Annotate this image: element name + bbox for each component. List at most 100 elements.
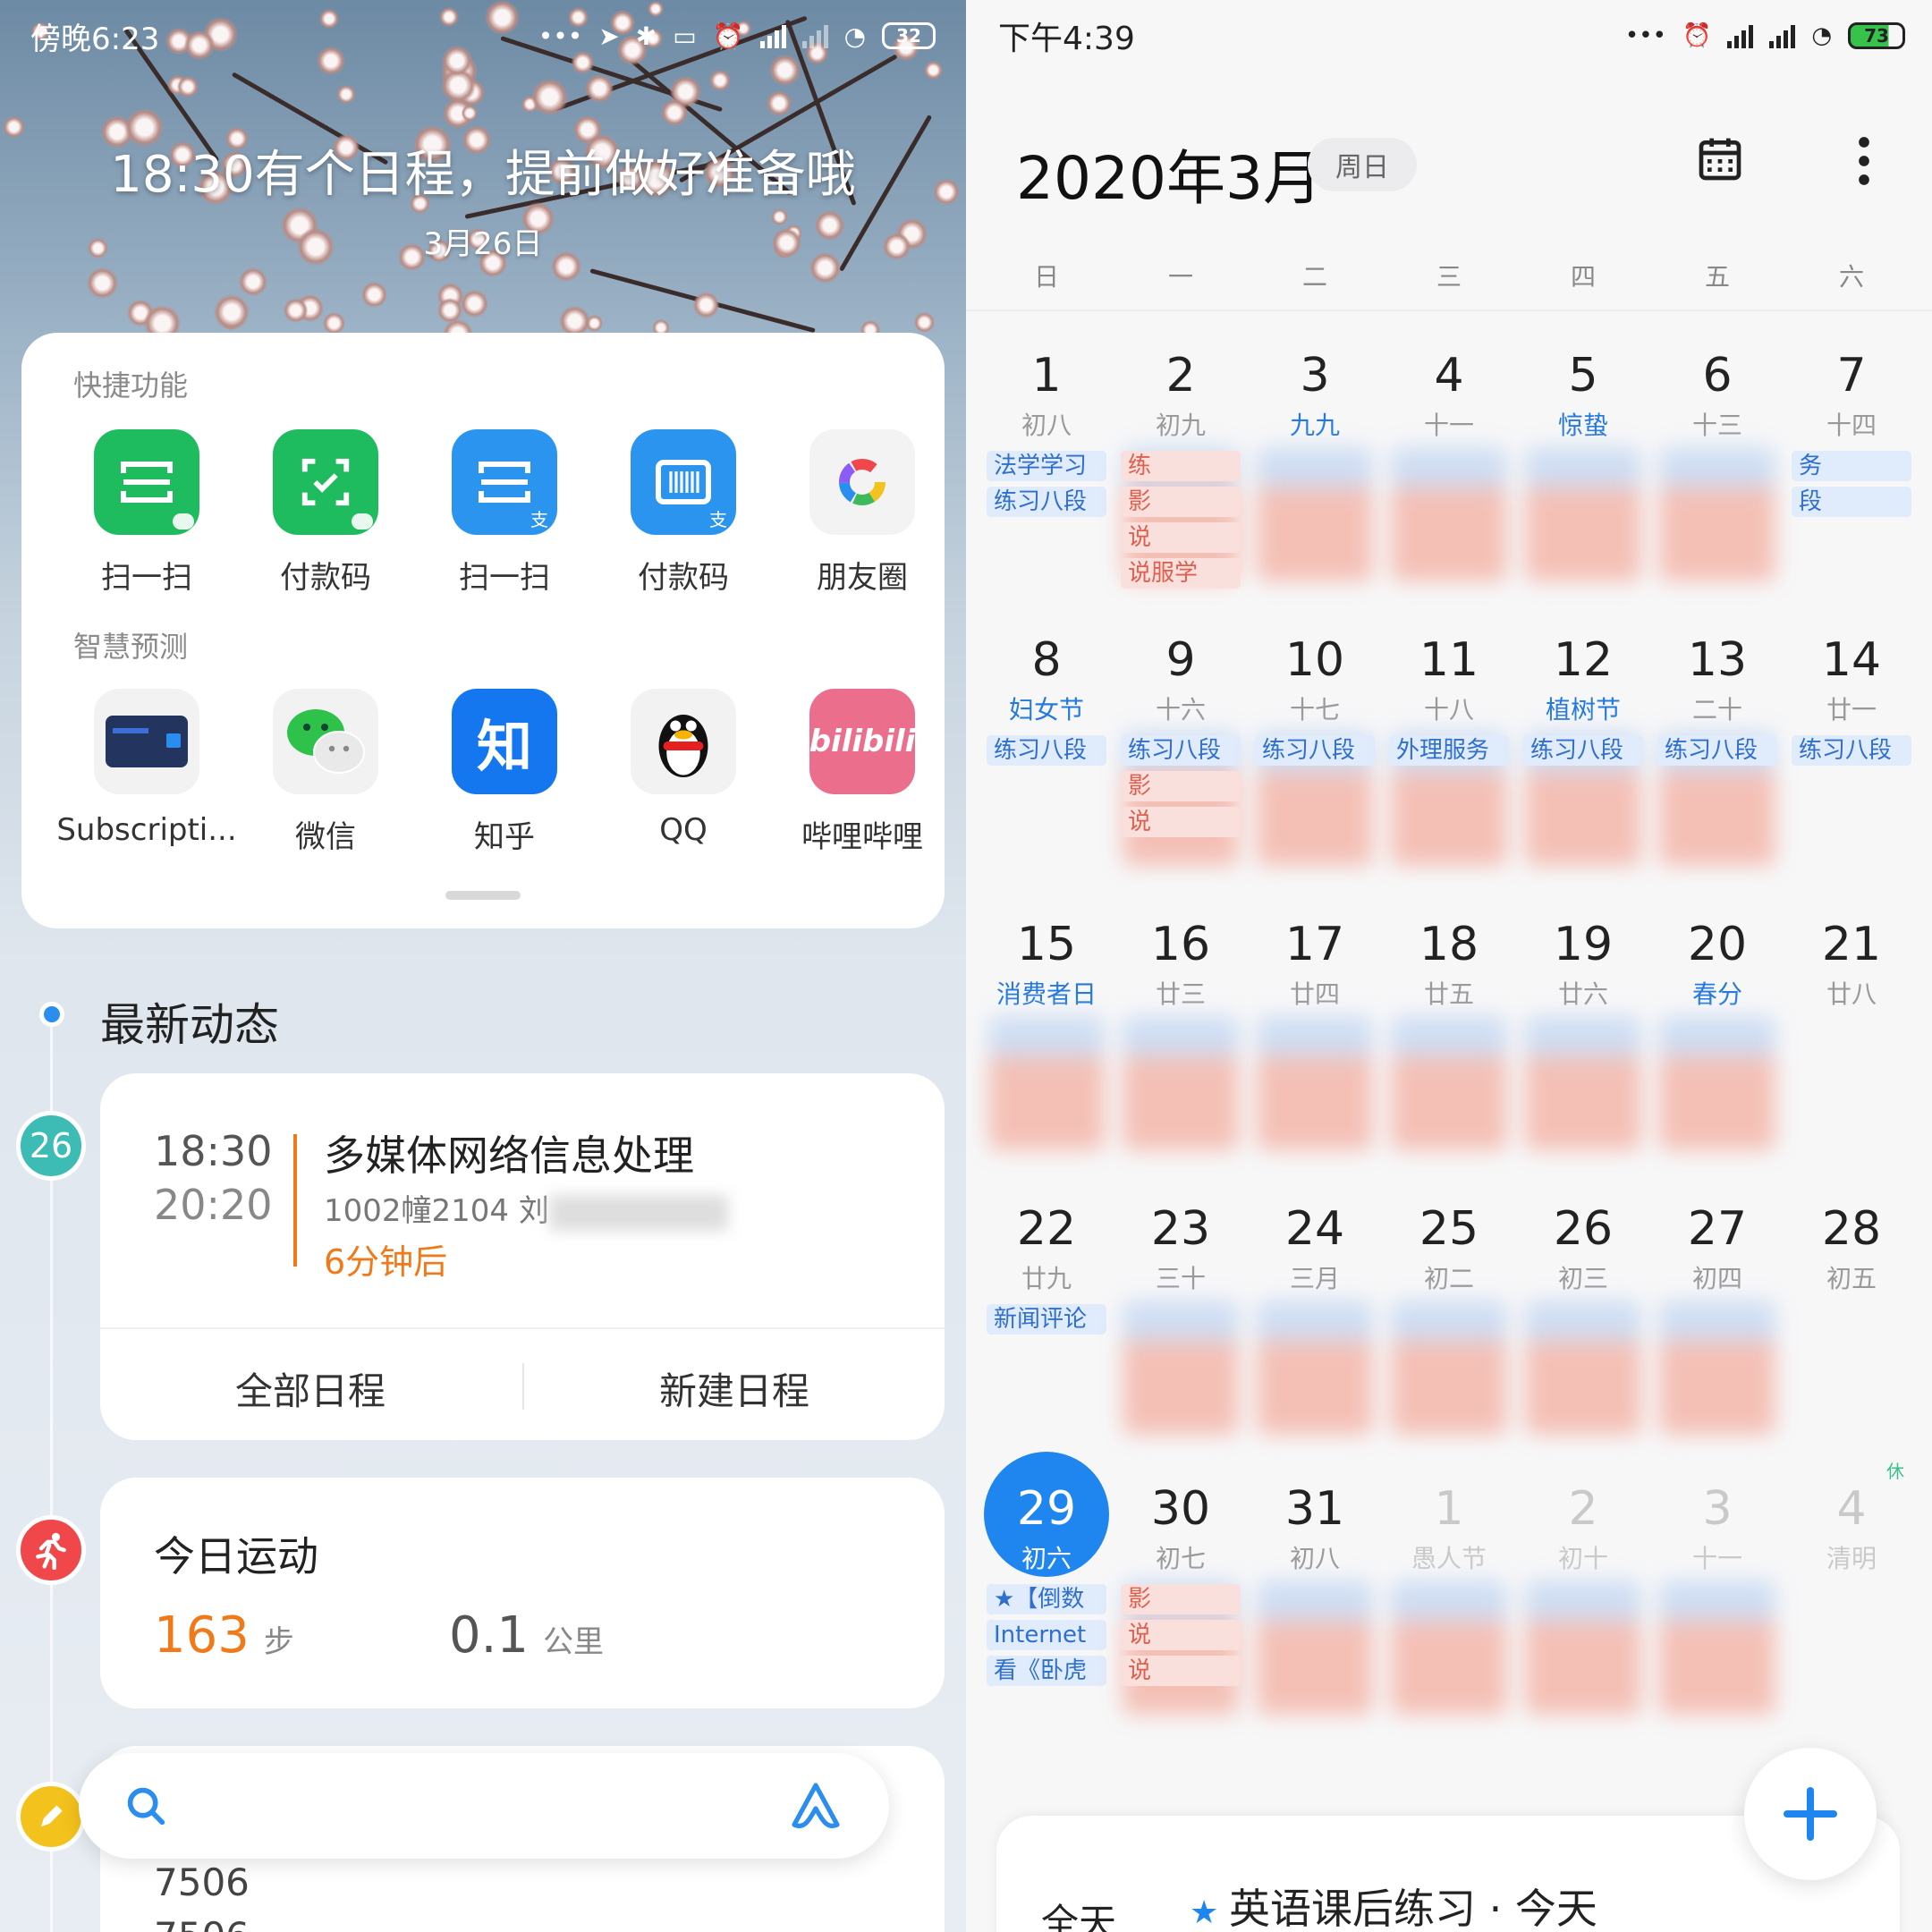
event-chip[interactable]: 外理服务 [1389, 735, 1509, 766]
event-chip[interactable]: 新闻评论 [987, 1304, 1106, 1335]
event-chip[interactable]: 法学学习 [987, 451, 1106, 481]
day-cell[interactable]: 2 初九练影说说服学 [1114, 322, 1248, 606]
event-chip[interactable]: 练习八段 [987, 487, 1106, 517]
app-bilibili[interactable]: bilibili 哔哩哔哩 [773, 689, 952, 856]
day-cell[interactable]: 27 初四 [1650, 1175, 1784, 1460]
qq-penguin-icon[interactable] [631, 689, 736, 794]
event-chip[interactable]: 说 [1121, 807, 1241, 837]
alipay-pay-code-icon[interactable]: 支 [631, 429, 736, 535]
app-qq-penguin[interactable]: QQ [594, 689, 773, 856]
blossom [214, 293, 250, 330]
app-moments[interactable]: 朋友圈 [773, 429, 952, 597]
day-cell[interactable]: 31 初八 [1248, 1455, 1382, 1740]
event-chip[interactable]: 务 [1792, 451, 1911, 481]
lunar-label: 十一 [1423, 411, 1474, 440]
day-cell[interactable]: 18 廿五 [1382, 891, 1516, 1175]
day-cell[interactable]: 25 初二 [1382, 1175, 1516, 1460]
day-cell[interactable]: 24 三月 [1248, 1175, 1382, 1460]
event-chip[interactable]: 练习八段 [1121, 735, 1241, 766]
bilibili-icon[interactable]: bilibili [809, 689, 915, 794]
day-cell[interactable]: 1 愚人节 [1382, 1455, 1516, 1740]
month-title[interactable]: 2020年3月 [1016, 131, 1322, 216]
day-cell[interactable]: 6 十三 [1650, 322, 1784, 606]
day-cell[interactable]: 4 清明 休 [1784, 1455, 1919, 1740]
steps-unit: 步 [263, 1624, 294, 1660]
day-cell[interactable]: 17 廿四 [1248, 891, 1382, 1175]
sport-card[interactable]: 今日运动 163 步 0.1 公里 [100, 1478, 945, 1708]
xiaoai-assistant-icon[interactable] [787, 1780, 844, 1834]
day-cell[interactable]: 16 廿三 [1114, 891, 1248, 1175]
drag-handle[interactable] [445, 891, 521, 900]
event-chip[interactable]: 练习八段 [1792, 735, 1911, 766]
app-wechat[interactable]: 微信 [236, 689, 415, 856]
day-cell[interactable]: 14 廿一 练习八段 [1784, 606, 1919, 891]
day-cell[interactable]: 10 十七 练习八段 [1248, 606, 1382, 891]
all-schedules-button[interactable]: 全部日程 [100, 1361, 521, 1416]
event-chip[interactable]: 影 [1121, 771, 1241, 801]
day-cell[interactable]: 26 初三 [1516, 1175, 1650, 1460]
event-chip[interactable]: 说 [1121, 1620, 1241, 1650]
day-cell[interactable]: 8 妇女节 练习八段 [979, 606, 1114, 891]
event-chip[interactable]: 段 [1792, 487, 1911, 517]
add-event-button[interactable] [1744, 1748, 1877, 1880]
sport-title: 今日运动 [154, 1532, 318, 1580]
battery-icon: 32 [882, 22, 936, 49]
day-cell[interactable]: 4 十一 [1382, 322, 1516, 606]
new-schedule-button[interactable]: 新建日程 [524, 1361, 945, 1416]
calendar-today-icon[interactable] [1695, 134, 1745, 184]
day-cell[interactable]: 28 初五 [1784, 1175, 1919, 1460]
day-cell[interactable]: 11 十八 外理服务 [1382, 606, 1516, 891]
event-chip[interactable]: 说 [1121, 1656, 1241, 1686]
event-list: 练习八段 [1248, 735, 1382, 766]
app-wechat-scan[interactable]: 扫一扫 [57, 429, 236, 597]
event-chip[interactable]: 影 [1121, 1584, 1241, 1614]
event-chip[interactable]: 练 [1121, 451, 1241, 481]
day-cell[interactable]: 5 惊蛰 [1516, 322, 1650, 606]
day-cell[interactable]: 12 植树节 练习八段 [1516, 606, 1650, 891]
event-chip[interactable]: 练习八段 [987, 735, 1106, 766]
event-chip[interactable]: 练习八段 [1523, 735, 1643, 766]
day-cell[interactable]: 3 九九 [1248, 322, 1382, 606]
app-wechat-pay-code[interactable]: 付款码 [236, 429, 415, 597]
event-chip[interactable]: 看《卧虎 [987, 1656, 1106, 1686]
day-cell[interactable]: 15 消费者日 [979, 891, 1114, 1175]
wechat-scan-icon[interactable] [94, 429, 199, 535]
subscription-card-icon[interactable] [94, 689, 199, 794]
wechat-icon[interactable] [273, 689, 378, 794]
day-cell[interactable]: 7 十四务段 [1784, 322, 1919, 606]
app-alipay-scan[interactable]: 支扫一扫 [415, 429, 594, 597]
day-cell[interactable]: 9 十六 练习八段影说 [1114, 606, 1248, 891]
blossom [461, 105, 478, 122]
day-cell[interactable]: 22 廿九 新闻评论 [979, 1175, 1114, 1460]
app-subscription-card[interactable]: Subscripti... [56, 689, 237, 856]
day-cell[interactable]: 30 初七影说说 [1114, 1455, 1248, 1740]
event-chip[interactable]: 练习八段 [1255, 735, 1375, 766]
more-options-icon[interactable] [1853, 136, 1875, 186]
event-chip[interactable]: ★【倒数 [987, 1584, 1106, 1614]
event-chip[interactable]: Internet [987, 1620, 1106, 1650]
moments-icon[interactable] [809, 429, 915, 535]
day-cell[interactable]: 13 二十 练习八段 [1650, 606, 1784, 891]
search-icon[interactable] [123, 1784, 170, 1830]
day-cell[interactable]: 3 十一 [1650, 1455, 1784, 1740]
event-chip[interactable]: 说 [1121, 522, 1241, 553]
day-number: 23 [1150, 1202, 1211, 1256]
day-cell[interactable]: 1 初八 法学学习 练习八段 [979, 322, 1114, 606]
app-alipay-pay-code[interactable]: 支付款码 [594, 429, 773, 597]
day-cell[interactable]: 2 初十 [1516, 1455, 1650, 1740]
alipay-scan-icon[interactable]: 支 [452, 429, 557, 535]
day-cell[interactable]: 19 廿六 [1516, 891, 1650, 1175]
app-zhihu[interactable]: 知知乎 [415, 689, 594, 856]
blurred-events [1123, 1016, 1239, 1150]
wechat-pay-code-icon[interactable] [273, 429, 378, 535]
event-chip[interactable]: 影 [1121, 487, 1241, 517]
search-bar[interactable] [79, 1753, 889, 1859]
event-chip[interactable]: 练习八段 [1657, 735, 1777, 766]
day-cell[interactable]: 20 春分 [1650, 891, 1784, 1175]
day-cell-today[interactable]: 29 初六 ★【倒数 Internet 看《卧虎 [979, 1452, 1114, 1740]
day-cell[interactable]: 21 廿八 [1784, 891, 1919, 1175]
day-cell[interactable]: 23 三十 [1114, 1175, 1248, 1460]
zhihu-icon[interactable]: 知 [452, 689, 557, 794]
event-chip[interactable]: 说服学 [1121, 558, 1241, 589]
schedule-card[interactable]: 18:30 20:20 多媒体网络信息处理 1002幢2104 刘 6分钟后 全… [100, 1073, 945, 1440]
